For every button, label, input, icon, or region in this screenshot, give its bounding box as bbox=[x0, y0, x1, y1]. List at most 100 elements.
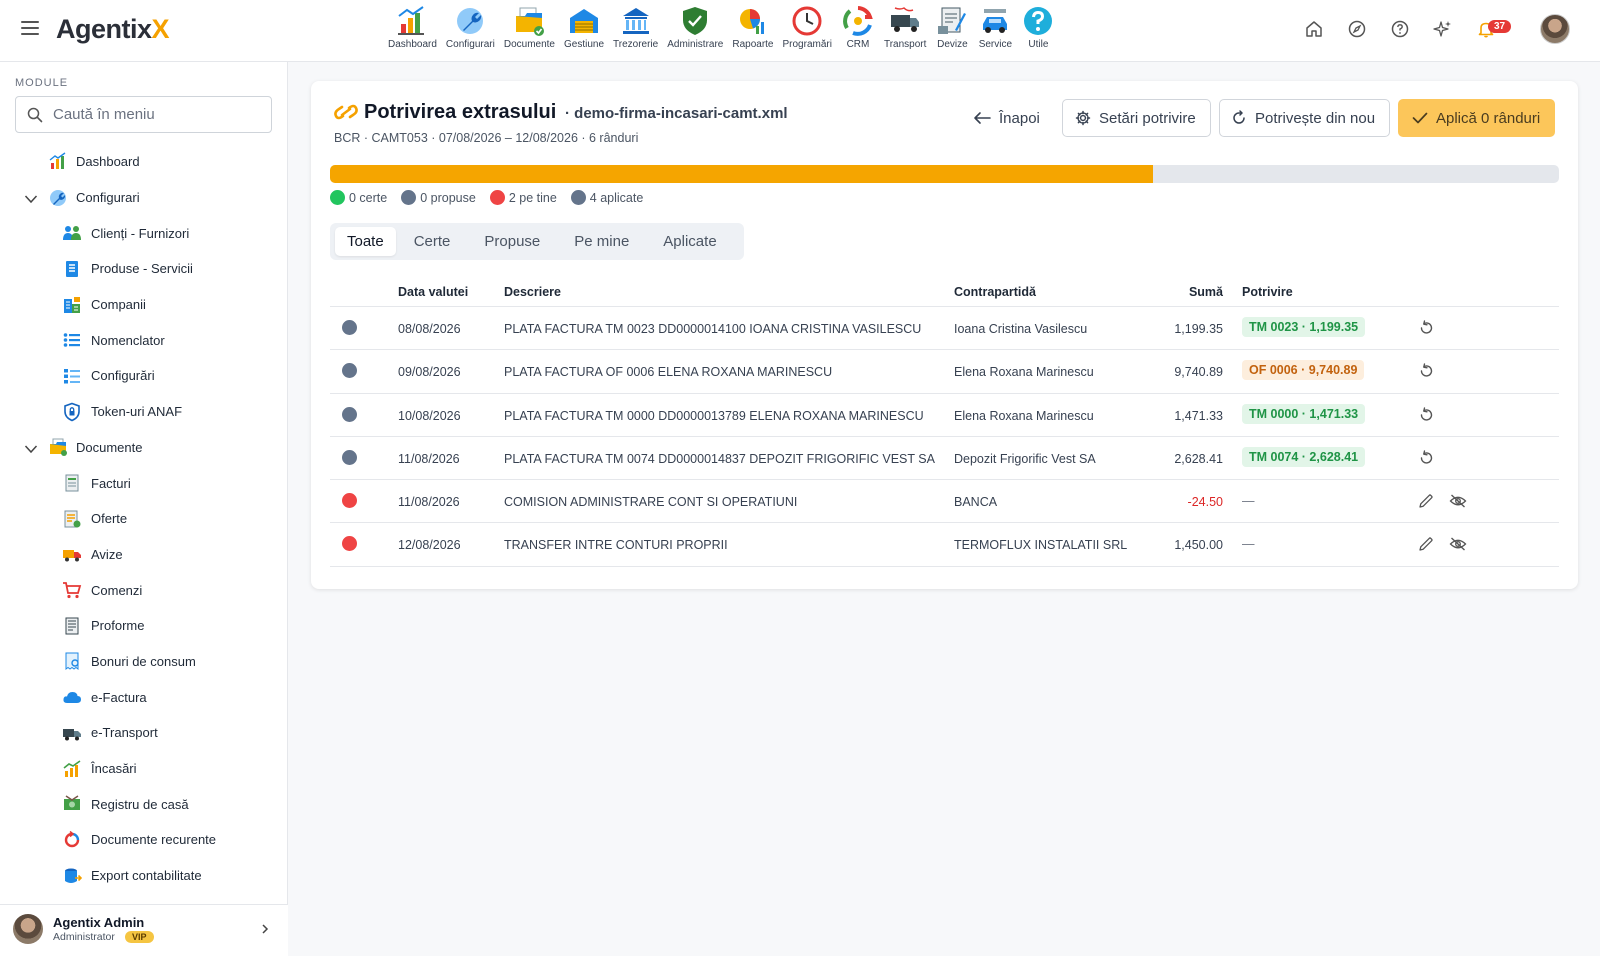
topnav-label: Administrare bbox=[667, 39, 724, 50]
status-legend: 0 certe 0 propuse 2 pe tine 4 aplicate bbox=[330, 190, 657, 205]
menu-toggle-icon[interactable] bbox=[21, 21, 39, 36]
sidebar-item-documente[interactable]: Documente bbox=[0, 430, 288, 466]
sidebar-search-input[interactable] bbox=[53, 106, 253, 123]
row-counterparty: Elena Roxana Marinescu bbox=[954, 408, 1094, 423]
sidebar-item-companii[interactable]: Companii bbox=[0, 287, 288, 323]
sidebar-item-oferte[interactable]: Oferte bbox=[0, 501, 288, 537]
topnav-item-service[interactable]: Service bbox=[978, 4, 1012, 50]
table-body: 08/08/2026 PLATA FACTURA TM 0023 DD000001… bbox=[330, 307, 1559, 567]
sidebar-item-registru-de-casa[interactable]: Registru de casă bbox=[0, 786, 288, 822]
tab-pe-mine[interactable]: Pe mine bbox=[562, 227, 641, 256]
clock-icon bbox=[790, 4, 824, 38]
sidebar-user-panel[interactable]: Agentix Admin Administrator VIP bbox=[0, 904, 288, 956]
topnav-item-gestiune[interactable]: Gestiune bbox=[564, 4, 604, 50]
undo-match-icon[interactable] bbox=[1418, 363, 1434, 382]
sidebar-item-label: e-Transport bbox=[91, 725, 158, 741]
table-row[interactable]: 11/08/2026 COMISION ADMINISTRARE CONT SI … bbox=[330, 480, 1559, 524]
match-settings-button[interactable]: Setări potrivire bbox=[1062, 99, 1211, 137]
sidebar-item-bonuri-de-consum[interactable]: Bonuri de consum bbox=[0, 644, 288, 680]
sidebar-item-token-uri-anaf[interactable]: Token-uri ANAF bbox=[0, 394, 288, 430]
rematch-button[interactable]: Potrivește din nou bbox=[1219, 99, 1390, 137]
sidebar-item-e-factura[interactable]: e-Factura bbox=[0, 679, 288, 715]
topnav-item-configurari[interactable]: Configurari bbox=[446, 4, 495, 50]
topnav-label: Trezorerie bbox=[613, 39, 659, 50]
row-description: PLATA FACTURA TM 0074 DD0000014837 DEPOZ… bbox=[504, 451, 935, 466]
compass-icon[interactable] bbox=[1347, 19, 1367, 39]
user-avatar[interactable] bbox=[1540, 14, 1570, 44]
tab-certe[interactable]: Certe bbox=[402, 227, 463, 256]
row-date: 11/08/2026 bbox=[398, 451, 460, 466]
bell-icon[interactable]: 37 bbox=[1476, 19, 1512, 39]
topnav-label: Rapoarte bbox=[732, 39, 774, 50]
chevron-down-icon[interactable] bbox=[24, 192, 38, 207]
table-row[interactable]: 10/08/2026 PLATA FACTURA TM 0000 DD000001… bbox=[330, 394, 1559, 437]
sidebar-item-dashboard[interactable]: Dashboard bbox=[0, 144, 288, 180]
topnav-item-administrare[interactable]: Administrare bbox=[667, 4, 723, 50]
back-button[interactable]: Înapoi bbox=[973, 99, 1040, 137]
row-amount: -24.50 bbox=[1187, 495, 1223, 510]
sidebar-item-proforme[interactable]: Proforme bbox=[0, 608, 288, 644]
tab-propuse[interactable]: Propuse bbox=[472, 227, 552, 256]
topnav-item-rapoarte[interactable]: Rapoarte bbox=[732, 4, 774, 50]
topnav-item-devize[interactable]: Devize bbox=[935, 4, 969, 50]
sidebar-item-label: Registru de casă bbox=[91, 796, 189, 812]
home-icon[interactable] bbox=[1304, 19, 1324, 39]
tab-aplicate[interactable]: Aplicate bbox=[651, 227, 728, 256]
edit-icon[interactable] bbox=[1418, 493, 1434, 512]
undo-match-icon[interactable] bbox=[1418, 320, 1434, 339]
hide-row-icon[interactable] bbox=[1449, 493, 1467, 512]
sidebar-item-avize[interactable]: Avize bbox=[0, 537, 288, 573]
sidebar-item-e-transport[interactable]: e-Transport bbox=[0, 715, 288, 751]
sidebar-item-label: Avize bbox=[91, 546, 123, 562]
apply-rows-button[interactable]: Aplică 0 rânduri bbox=[1398, 99, 1555, 137]
sidebar-item-documente-recurente[interactable]: Documente recurente bbox=[0, 822, 288, 858]
table-row[interactable]: 09/08/2026 PLATA FACTURA OF 0006 ELENA RO… bbox=[330, 350, 1559, 394]
sidebar-item-incasari[interactable]: Încasări bbox=[0, 751, 288, 787]
sidebar-search[interactable] bbox=[15, 96, 272, 133]
table-row[interactable]: 08/08/2026 PLATA FACTURA TM 0023 DD000001… bbox=[330, 307, 1559, 351]
status-dot-icon bbox=[330, 190, 345, 205]
filter-tabs: Toate Certe Propuse Pe mine Aplicate bbox=[330, 223, 744, 260]
sidebar-item-produse-servicii[interactable]: Produse - Servicii bbox=[0, 251, 288, 287]
tab-toate[interactable]: Toate bbox=[335, 227, 396, 256]
undo-match-icon[interactable] bbox=[1418, 450, 1434, 469]
sidebar-item-facturi[interactable]: Facturi bbox=[0, 465, 288, 501]
topnav-item-utile[interactable]: Utile bbox=[1021, 4, 1055, 50]
edit-icon[interactable] bbox=[1418, 536, 1434, 555]
sidebar-item-nomenclator[interactable]: Nomenclator bbox=[0, 322, 288, 358]
help-circle-icon[interactable] bbox=[1390, 19, 1410, 39]
sidebar-item-label: Export contabilitate bbox=[91, 868, 202, 884]
status-dot-icon bbox=[401, 190, 417, 205]
avize-icon bbox=[62, 544, 82, 564]
app-logo[interactable]: AgentixX bbox=[56, 14, 170, 45]
row-status-dot bbox=[342, 363, 357, 379]
proforme-icon bbox=[62, 616, 82, 636]
undo-match-icon[interactable] bbox=[1418, 406, 1434, 426]
topnav-item-trezorerie[interactable]: Trezorerie bbox=[613, 4, 658, 50]
sidebar-item-clienti-furnizori[interactable]: Clienți - Furnizori bbox=[0, 215, 288, 251]
sidebar-item-export-contabilitate[interactable]: Export contabilitate bbox=[0, 858, 288, 894]
header-date: Data valutei bbox=[398, 285, 469, 299]
hide-row-icon[interactable] bbox=[1449, 536, 1467, 555]
sidebar-item-configurari[interactable]: Configurări bbox=[0, 358, 288, 394]
topnav-item-programari[interactable]: Programări bbox=[783, 4, 832, 50]
topnav-item-documente[interactable]: Documente bbox=[504, 4, 555, 50]
no-match-placeholder: — bbox=[1242, 537, 1255, 552]
header-counterparty: Contrapartidă bbox=[954, 285, 1036, 299]
topnav-item-dashboard[interactable]: Dashboard bbox=[388, 4, 437, 50]
companii-icon bbox=[62, 295, 82, 315]
sidebar-item-configurari[interactable]: Configurari bbox=[0, 180, 288, 216]
table-row[interactable]: 11/08/2026 PLATA FACTURA TM 0074 DD000001… bbox=[330, 437, 1559, 481]
topnav-label: Documente bbox=[503, 39, 555, 50]
topnav-item-transport[interactable]: Transport bbox=[884, 4, 926, 50]
sidebar-section-title: MODULE bbox=[15, 77, 69, 89]
sidebar-item-label: Configurari bbox=[76, 190, 140, 206]
table-row[interactable]: 12/08/2026 TRANSFER INTRE CONTURI PROPRII… bbox=[330, 523, 1559, 567]
topnav-item-crm[interactable]: CRM bbox=[841, 4, 875, 50]
chevron-down-icon[interactable] bbox=[24, 442, 38, 457]
sidebar-item-label: Proforme bbox=[91, 618, 145, 634]
chevron-right-icon[interactable] bbox=[260, 923, 270, 935]
sparkles-icon[interactable] bbox=[1433, 19, 1453, 39]
check-icon bbox=[1412, 111, 1428, 125]
sidebar-item-comenzi[interactable]: Comenzi bbox=[0, 572, 288, 608]
